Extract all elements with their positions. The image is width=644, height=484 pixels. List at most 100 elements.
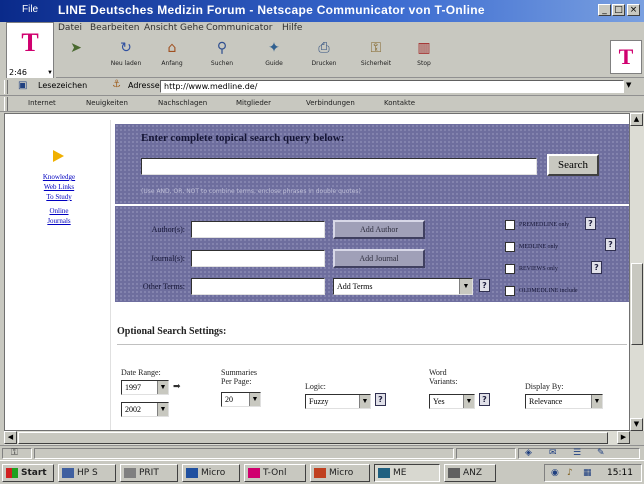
search-button[interactable]: Search [547,154,599,176]
home-icon: ⌂ [167,40,177,56]
bookmark-news[interactable]: Neuigkeiten [86,99,128,107]
author-input[interactable] [191,221,325,238]
back-button[interactable]: ➤ [60,40,92,74]
zoom-label: 2:46 [9,68,27,77]
tonline-logo-letter: T [618,44,634,69]
help-icon[interactable]: ? [479,279,490,292]
scroll-left-button[interactable]: ◀ [4,431,17,444]
menu-go[interactable]: Gehe [180,23,204,33]
bookmark-members[interactable]: Mitglieder [236,99,271,107]
clock: 15:11 [607,468,633,478]
sidebar-link-to-study[interactable]: To Study [29,192,89,202]
task-print[interactable]: PRIT [120,464,178,482]
other-terms-input[interactable] [191,278,325,295]
tonline-logo-small[interactable]: T [610,40,642,74]
horizontal-scrollbar[interactable]: ◀ ▶ [4,431,630,445]
guide-button[interactable]: ✦ Guide [258,40,290,74]
page-content: Knowledge Web Links To Study Online Jour… [4,113,630,431]
reload-label: Neu laden [110,60,142,67]
add-journal-button[interactable]: Add Journal [333,249,425,268]
checkbox-premedline[interactable] [505,220,515,230]
help-icon[interactable]: ? [605,238,616,251]
word-variants-label: Word Variants: [429,368,458,386]
add-author-button[interactable]: Add Author [333,220,425,239]
security-button[interactable]: ⚿ Sicherheit [360,40,392,74]
bookmark-connections[interactable]: Verbindungen [306,99,355,107]
bookmark-internet[interactable]: Internet [28,99,56,107]
menu-file[interactable]: Datei [58,23,82,33]
tray-icon[interactable]: ◉ [551,465,559,481]
word-variants-value: Yes [433,397,445,406]
key-icon: ⚿ [11,448,18,458]
speaker-icon[interactable]: ♪ [567,465,573,481]
scrollbar-thumb[interactable] [631,263,643,345]
start-button[interactable]: Start [2,464,54,482]
toolbar-grip[interactable] [4,97,8,111]
print-button[interactable]: ⎙ Drucken [308,40,340,74]
date-to-select[interactable]: 2002 ▼ [121,402,169,417]
search-button[interactable]: ⚲ Suchen [206,40,238,74]
maximize-button[interactable]: □ [612,4,625,16]
personal-toolbar: Internet Neuigkeiten Nachschlagen Mitgli… [0,96,644,112]
minimize-button[interactable]: _ [598,4,611,16]
chevron-down-icon: ▼ [157,403,168,416]
scrollbar-thumb[interactable] [18,432,608,444]
stop-button[interactable]: ▥ Stop [408,40,440,74]
scroll-up-button[interactable]: ▲ [630,113,643,126]
tonline-logo[interactable]: T 2:46 ▼ [6,22,54,80]
task-me-active[interactable]: ME [374,464,440,482]
toolbar-grip[interactable] [4,80,8,94]
date-from-select[interactable]: 1997 ▼ [121,380,169,395]
menu-view[interactable]: Ansicht [144,23,177,33]
word-variants-select[interactable]: Yes ▼ [429,394,475,409]
vertical-scrollbar[interactable]: ▲ ▼ [630,113,644,431]
task-label: Micro [201,468,226,478]
home-button[interactable]: ⌂ Anfang [156,40,188,74]
mail-icon[interactable]: ✉ [549,448,557,458]
journal-label: Journal(s): [150,254,185,263]
task-tonline[interactable]: T-Onl [244,464,306,482]
menu-help[interactable]: Hilfe [282,23,302,33]
journal-input[interactable] [191,250,325,267]
url-input[interactable]: http://www.medline.de/ [160,80,624,93]
scroll-right-button[interactable]: ▶ [617,431,630,444]
add-terms-select[interactable]: Add Terms ▼ [333,278,473,295]
divider [117,344,627,345]
composer-icon[interactable]: ✎ [597,448,605,458]
checkbox-medline[interactable] [505,242,515,252]
task-micro-2[interactable]: Micro [310,464,370,482]
help-icon[interactable]: ? [591,261,602,274]
bookmarks-button[interactable]: Lesezeichen [38,81,87,90]
bookmark-contacts[interactable]: Kontakte [384,99,415,107]
menu-communicator[interactable]: Communicator [206,23,272,33]
search-query-input[interactable] [141,158,537,175]
sidebar-link-online[interactable]: Online [29,206,89,216]
sidebar-link-knowledge[interactable]: Knowledge [29,172,89,182]
summaries-select[interactable]: 20 ▼ [221,392,261,407]
checkbox-reviews[interactable] [505,264,515,274]
chevron-down-icon[interactable]: ▼ [626,81,631,89]
display-by-select[interactable]: Relevance ▼ [525,394,603,409]
sidebar-link-journals[interactable]: Journals [29,216,89,226]
help-icon[interactable]: ? [585,217,596,230]
task-micro-1[interactable]: Micro [182,464,240,482]
scroll-down-button[interactable]: ▼ [630,418,643,431]
reload-button[interactable]: ↻ Neu laden [110,40,142,74]
help-icon[interactable]: ? [479,393,490,406]
close-button[interactable]: × [627,4,640,16]
navigator-icon[interactable]: ◈ [525,448,532,458]
author-label: Author(s): [151,225,185,234]
help-icon[interactable]: ? [375,393,386,406]
logic-select[interactable]: Fuzzy ▼ [305,394,371,409]
chevron-down-icon: ▼ [463,395,474,408]
task-anz[interactable]: ANZ [444,464,496,482]
stop-icon: ▥ [417,40,431,56]
checkbox-oldmedline[interactable] [505,286,515,296]
menu-edit[interactable]: Bearbeiten [90,23,139,33]
task-hp[interactable]: HP S [58,464,116,482]
newsgroup-icon[interactable]: ☰ [573,448,581,458]
bookmark-lookup[interactable]: Nachschlagen [158,99,207,107]
sidebar-link-web-links[interactable]: Web Links [29,182,89,192]
network-icon[interactable]: ▦ [583,465,592,481]
system-menu[interactable]: File [22,4,38,15]
